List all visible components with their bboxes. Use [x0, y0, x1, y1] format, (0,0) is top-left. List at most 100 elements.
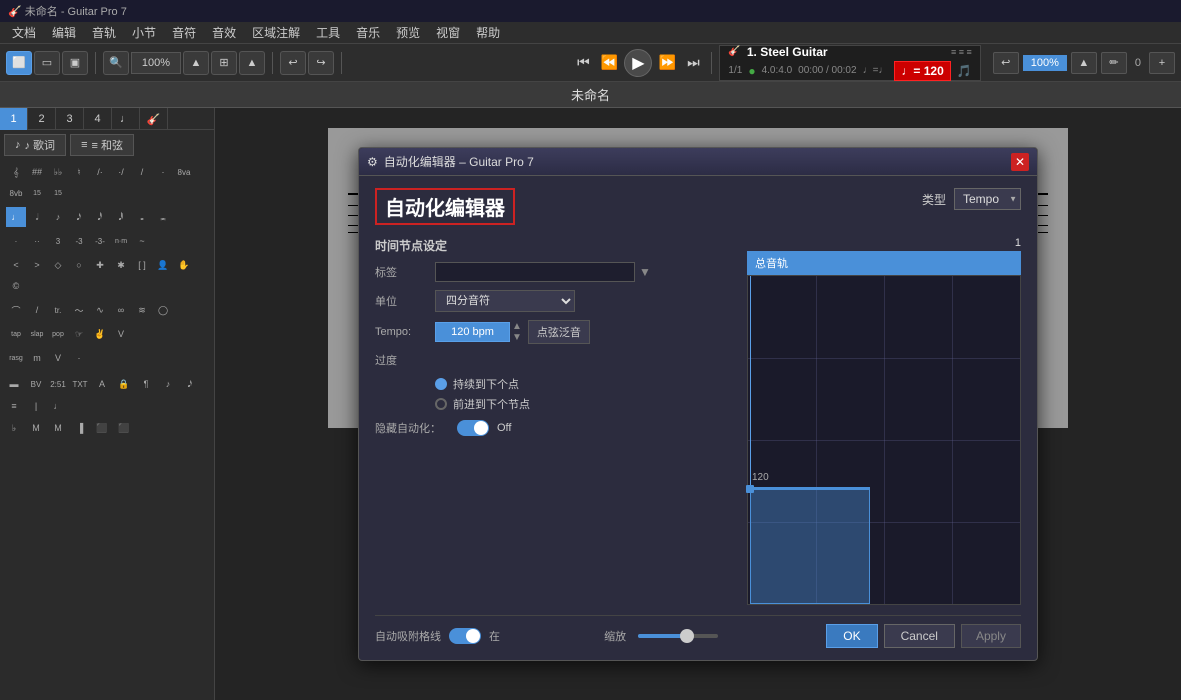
menu-edit[interactable]: 编辑: [44, 22, 84, 43]
icon-star[interactable]: ✱: [111, 255, 131, 275]
icon-v2[interactable]: V: [48, 348, 68, 368]
icon-eighth[interactable]: ♪: [48, 207, 68, 227]
zoom-slider[interactable]: [638, 634, 718, 638]
track-tab-guitar[interactable]: 🎸: [140, 108, 168, 130]
type-select[interactable]: Tempo: [954, 188, 1021, 210]
play-btn[interactable]: ▶: [624, 49, 652, 77]
icon-bracket[interactable]: [ ]: [132, 255, 152, 275]
menu-tools[interactable]: 工具: [308, 22, 348, 43]
track-tab-1[interactable]: 1: [0, 108, 28, 130]
icon-slide[interactable]: /: [27, 300, 47, 320]
icon-wave[interactable]: ~: [132, 231, 152, 251]
tag-input[interactable]: [435, 262, 635, 282]
icon-vibrato[interactable]: 〜: [69, 300, 89, 320]
icon-flat[interactable]: ♭♭: [48, 162, 68, 182]
cancel-button[interactable]: Cancel: [884, 624, 955, 648]
chord-btn[interactable]: ≡ ≡ 和弦: [70, 134, 134, 156]
icon-slash2[interactable]: ·/: [111, 162, 131, 182]
icon-ring[interactable]: ◯: [153, 300, 173, 320]
rewind-btn[interactable]: ⏪: [598, 52, 620, 74]
icon-251[interactable]: 2:51: [48, 374, 68, 394]
icon-triplet2[interactable]: -3: [69, 231, 89, 251]
track-tab-2[interactable]: 2: [28, 108, 56, 130]
icon-note2[interactable]: ♪: [158, 374, 178, 394]
icon-note3[interactable]: 𝅘𝅥𝅯: [180, 374, 200, 394]
icon-dot[interactable]: ·: [153, 162, 173, 182]
zoom-up[interactable]: ▲: [183, 51, 209, 75]
icon-bars[interactable]: ≡: [4, 396, 24, 416]
icon-lines[interactable]: ▬: [4, 374, 24, 394]
rt-up[interactable]: ▲: [1071, 52, 1097, 74]
automation-graph[interactable]: 120: [747, 275, 1021, 605]
icon-hand[interactable]: ✋: [174, 255, 194, 275]
redo-btn[interactable]: ↪: [308, 51, 334, 75]
icon-15b[interactable]: 15: [48, 183, 68, 203]
go-start-btn[interactable]: ⏮: [572, 52, 594, 74]
track-tab-4[interactable]: 4: [84, 108, 112, 130]
ok-button[interactable]: OK: [826, 624, 877, 648]
icon-wave2[interactable]: ∿: [90, 300, 110, 320]
icon-gt[interactable]: >: [27, 255, 47, 275]
icon-quarter-blue[interactable]: ♩: [6, 207, 26, 227]
icon-txt[interactable]: TXT: [70, 374, 90, 394]
snap-toggle[interactable]: [449, 628, 481, 644]
view-mode-score[interactable]: ⬜: [6, 51, 32, 75]
icon-m[interactable]: m: [27, 348, 47, 368]
forward-btn[interactable]: ⏩: [656, 52, 678, 74]
icon-breve[interactable]: 𝅜: [153, 207, 173, 227]
menu-annotation[interactable]: 区域注解: [244, 22, 308, 43]
pizicato-btn[interactable]: 点弦泛音: [528, 320, 590, 344]
icon-triplet3[interactable]: -3-: [90, 231, 110, 251]
undo-btn[interactable]: ↩: [280, 51, 306, 75]
lyrics-btn[interactable]: ♪ ♪ 歌词: [4, 134, 66, 156]
hidden-toggle[interactable]: [457, 420, 489, 436]
rt-undo[interactable]: ↩: [993, 52, 1019, 74]
icon-dot1[interactable]: ·: [6, 231, 26, 251]
icon-lt[interactable]: <: [6, 255, 26, 275]
icon-tie[interactable]: ⌒: [6, 300, 26, 320]
rt-plus[interactable]: +: [1149, 52, 1175, 74]
icon-slash[interactable]: /·: [90, 162, 110, 182]
icon-dot3[interactable]: ·: [69, 348, 89, 368]
icon-infinity[interactable]: ∞: [111, 300, 131, 320]
dialog-close-btn[interactable]: ✕: [1011, 153, 1029, 171]
icon-16th[interactable]: 𝅘𝅥𝅯: [69, 207, 89, 227]
tempo-display[interactable]: ♩= 120: [894, 61, 950, 81]
icon-wave3[interactable]: ≋: [132, 300, 152, 320]
icon-half[interactable]: 𝅗𝅥: [27, 207, 47, 227]
rt-pencil[interactable]: ✏: [1101, 52, 1127, 74]
icon-natural[interactable]: ♮: [69, 162, 89, 182]
icon-m2[interactable]: M: [26, 418, 46, 438]
view-mode-both[interactable]: ▣: [62, 51, 88, 75]
icon-tap[interactable]: tap: [6, 324, 26, 344]
icon-circle[interactable]: ○: [69, 255, 89, 275]
icon-copyright[interactable]: ©: [6, 276, 26, 296]
icon-64th[interactable]: 𝅘𝅥𝅱: [111, 207, 131, 227]
menu-help[interactable]: 帮助: [468, 22, 508, 43]
metronome-btn[interactable]: 🎵: [957, 64, 972, 78]
icon-quarter2[interactable]: ♩: [48, 396, 68, 416]
menu-doc[interactable]: 文档: [4, 22, 44, 43]
radio-item-1[interactable]: 持续到下个点: [435, 376, 735, 392]
icon-trem[interactable]: tr.: [48, 300, 68, 320]
icon-treble[interactable]: 𝄞: [6, 162, 26, 182]
menu-measure[interactable]: 小节: [124, 22, 164, 43]
icon-sharp[interactable]: ##: [27, 162, 47, 182]
icon-bv[interactable]: BV: [26, 374, 46, 394]
icon-rasg[interactable]: rasg: [6, 348, 26, 368]
icon-bars3[interactable]: ⬛: [92, 418, 112, 438]
icon-finger2[interactable]: ✌: [90, 324, 110, 344]
icon-bars4[interactable]: ⬛: [114, 418, 134, 438]
track-tab-note[interactable]: ♩: [112, 108, 140, 130]
icon-m3[interactable]: M: [48, 418, 68, 438]
track-tab-3[interactable]: 3: [56, 108, 84, 130]
radio-item-2[interactable]: 前进到下个节点: [435, 396, 735, 412]
view-mode-tabs[interactable]: ▭: [34, 51, 60, 75]
icon-8a[interactable]: 8va: [174, 162, 194, 182]
menu-effect[interactable]: 音效: [204, 22, 244, 43]
icon-v[interactable]: V: [111, 324, 131, 344]
icon-32nd[interactable]: 𝅘𝅥𝅰: [90, 207, 110, 227]
menu-preview[interactable]: 预览: [388, 22, 428, 43]
menu-music[interactable]: 音乐: [348, 22, 388, 43]
menu-note[interactable]: 音符: [164, 22, 204, 43]
